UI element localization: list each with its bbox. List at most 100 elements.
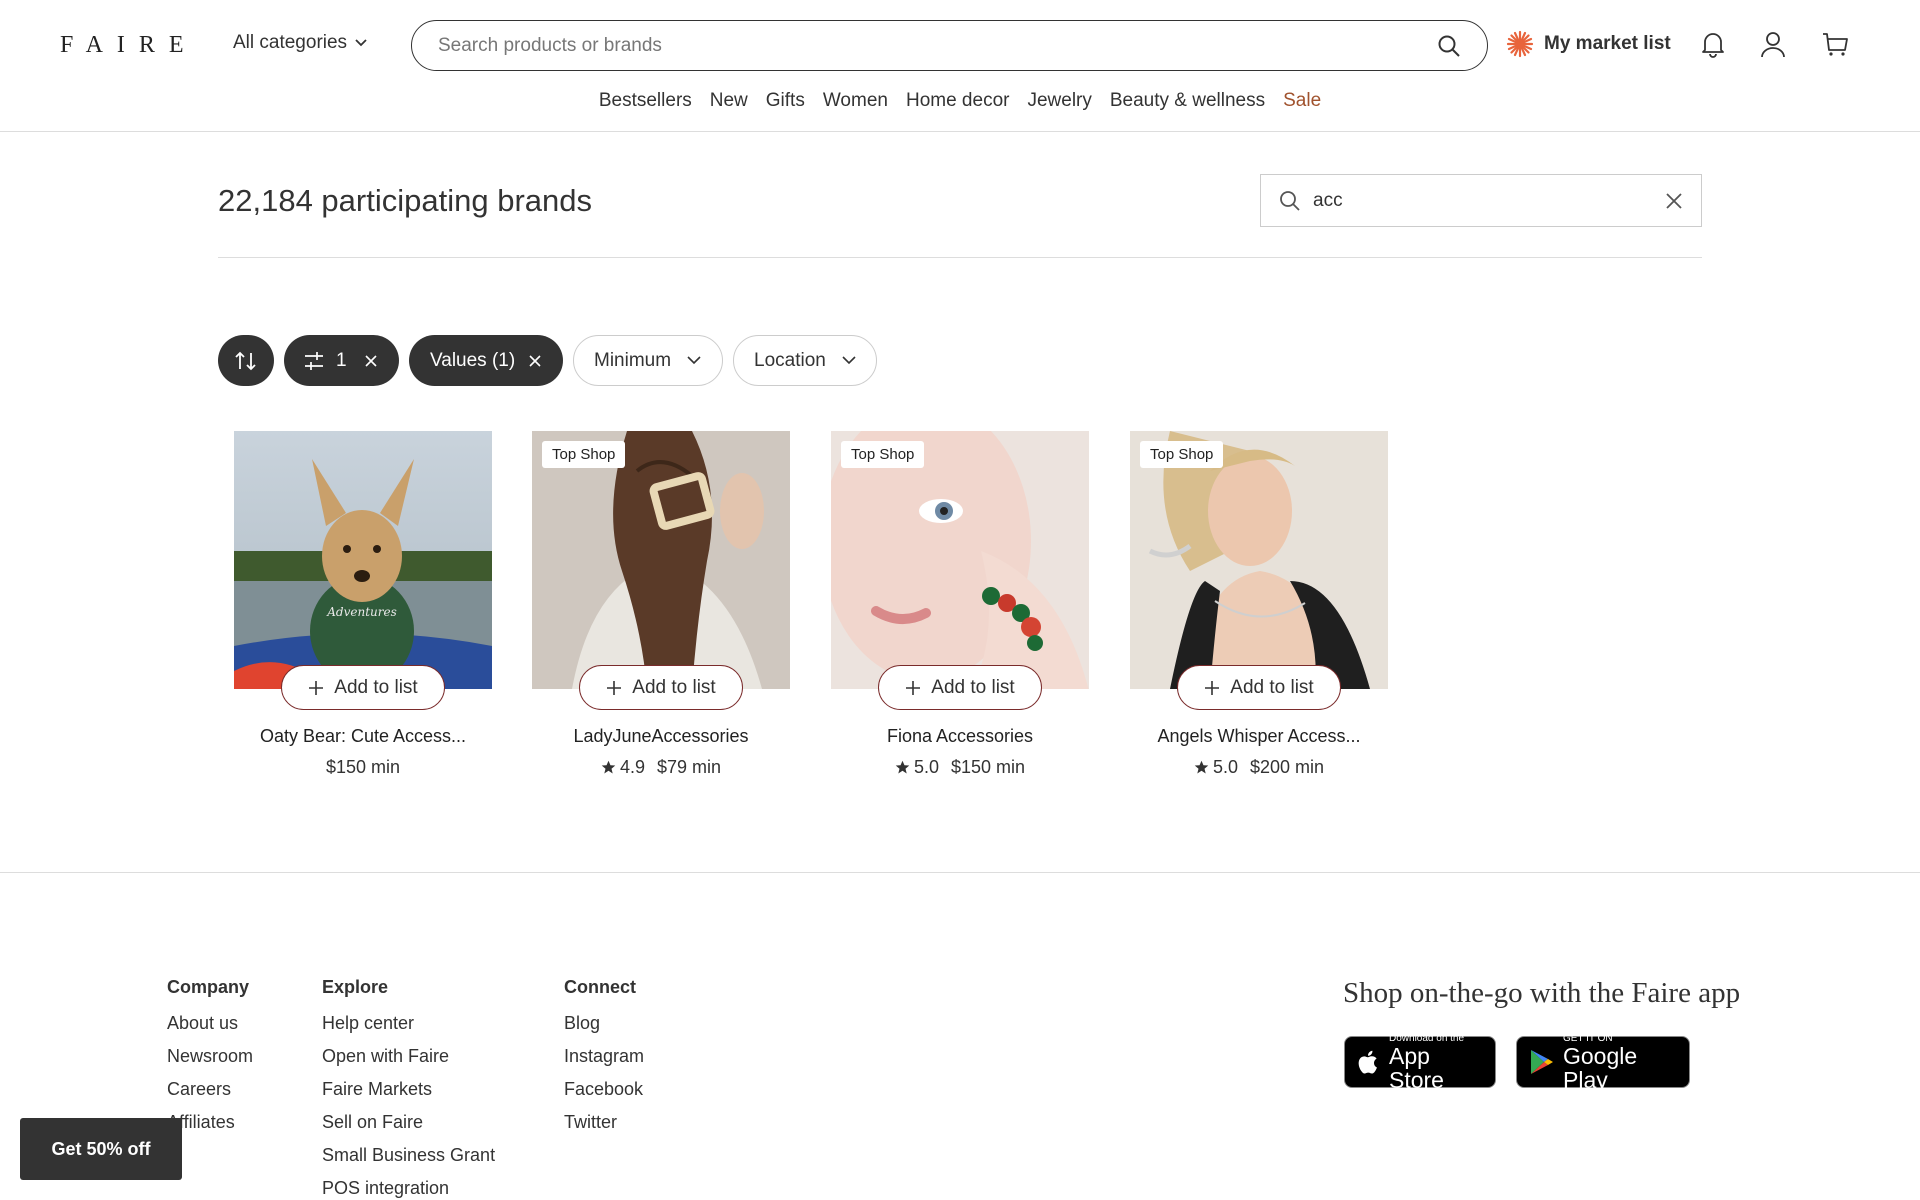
google-play-small-text: GET IT ON — [1563, 1032, 1613, 1044]
add-to-list-button[interactable]: Add to list — [1177, 665, 1341, 710]
star-icon — [601, 760, 616, 775]
plus-icon — [308, 680, 324, 696]
add-to-list-label: Add to list — [632, 676, 716, 698]
footer-heading: Explore — [322, 977, 389, 997]
brand-image[interactable]: Top Shop — [831, 431, 1089, 689]
app-store-text: Download on the App Store — [1389, 1033, 1483, 1092]
sort-button[interactable] — [218, 335, 274, 386]
sunburst-icon — [1506, 30, 1534, 58]
brand-search-input[interactable] — [1313, 189, 1653, 212]
nav-home-decor[interactable]: Home decor — [897, 90, 1019, 112]
minimum-order: $79 min — [656, 757, 722, 777]
footer-link-instagram[interactable]: Instagram — [564, 1040, 644, 1073]
footer-link-open-with-faire[interactable]: Open with Faire — [322, 1040, 495, 1073]
footer-link-twitter[interactable]: Twitter — [564, 1106, 644, 1139]
chevron-down-icon — [842, 356, 856, 365]
brand-meta: 4.9 $79 min — [532, 757, 790, 778]
brand-image[interactable]: Adventures — [234, 431, 492, 689]
clear-icon[interactable] — [1665, 192, 1683, 210]
add-to-list-label: Add to list — [334, 676, 418, 698]
brand-name[interactable]: Angels Whisper Access... — [1130, 726, 1388, 747]
google-play-icon — [1529, 1048, 1555, 1076]
product-search-input[interactable] — [438, 34, 1437, 57]
brand-card[interactable]: Adventures Add to list Oaty Bear: Cute A… — [234, 431, 492, 777]
google-play-button[interactable]: GET IT ON Google Play — [1516, 1033, 1690, 1092]
values-chip-label: Values (1) — [430, 349, 516, 371]
plus-icon — [905, 680, 921, 696]
nav-gifts[interactable]: Gifts — [757, 90, 814, 112]
values-chip[interactable]: Values (1) — [409, 335, 563, 386]
brand-image[interactable]: Top Shop — [532, 431, 790, 689]
brand-search-field[interactable] — [1260, 174, 1702, 227]
brand-card[interactable]: Top Shop Add to list Angels Whisper Acce… — [1130, 431, 1388, 777]
brand-name[interactable]: Oaty Bear: Cute Access... — [234, 726, 492, 747]
cart-icon[interactable] — [1821, 30, 1849, 58]
filter-sliders-icon — [304, 351, 324, 371]
footer-link-pos-integration[interactable]: POS integration — [322, 1172, 495, 1200]
brand-card[interactable]: Top Shop Add to list Fiona Accessories 5… — [831, 431, 1089, 777]
nav-bestsellers[interactable]: Bestsellers — [590, 90, 701, 112]
close-icon[interactable] — [529, 354, 541, 367]
footer-link-careers[interactable]: Careers — [167, 1073, 253, 1106]
footer-link-newsroom[interactable]: Newsroom — [167, 1040, 253, 1073]
brand-image[interactable]: Top Shop — [1130, 431, 1388, 689]
plus-icon — [1204, 680, 1220, 696]
app-promo-title: Shop on-the-go with the Faire app — [1343, 977, 1741, 1009]
bell-icon[interactable] — [1700, 30, 1726, 58]
nav-new[interactable]: New — [701, 90, 757, 112]
brand-meta: 5.0 $200 min — [1130, 757, 1388, 778]
footer-link-sell-on-faire[interactable]: Sell on Faire — [322, 1106, 495, 1139]
brand-name[interactable]: LadyJuneAccessories — [532, 726, 790, 747]
brand-name[interactable]: Fiona Accessories — [831, 726, 1089, 747]
search-icon — [1279, 190, 1301, 212]
close-icon[interactable] — [365, 354, 377, 367]
sort-arrows-icon — [234, 351, 258, 371]
all-categories-dropdown[interactable]: All categories — [233, 32, 367, 54]
categories-label: All categories — [233, 32, 348, 53]
nav-sale[interactable]: Sale — [1274, 90, 1330, 112]
nav-women[interactable]: Women — [814, 90, 897, 112]
footer-divider — [0, 872, 1920, 873]
add-to-list-button[interactable]: Add to list — [878, 665, 1042, 710]
top-header: FAIRE All categories My market list — [0, 0, 1920, 132]
add-to-list-button[interactable]: Add to list — [579, 665, 743, 710]
divider — [218, 257, 1702, 258]
footer-explore-column: Explore Help center Open with Faire Fair… — [322, 977, 495, 1200]
google-play-text: GET IT ON Google Play — [1563, 1033, 1677, 1092]
filter-chip[interactable]: 1 — [284, 335, 399, 386]
top-shop-badge: Top Shop — [542, 441, 626, 468]
brand-meta: 5.0 $150 min — [831, 757, 1089, 778]
footer-link-faire-markets[interactable]: Faire Markets — [322, 1073, 495, 1106]
footer-link-blog[interactable]: Blog — [564, 1007, 644, 1040]
apple-icon — [1357, 1048, 1381, 1076]
faire-logo[interactable]: FAIRE — [60, 32, 198, 59]
brand-card[interactable]: Top Shop Add to list LadyJuneAccessories… — [532, 431, 790, 777]
nav-jewelry[interactable]: Jewelry — [1018, 90, 1100, 112]
footer-link-small-business-grant[interactable]: Small Business Grant — [322, 1139, 495, 1172]
discount-promo-button[interactable]: Get 50% off — [20, 1118, 182, 1180]
product-search-bar[interactable] — [411, 20, 1488, 71]
footer-link-help-center[interactable]: Help center — [322, 1007, 495, 1040]
footer-company-column: Company About us Newsroom Careers Affili… — [167, 977, 253, 1139]
brand-rating: 5.0 — [1212, 757, 1238, 777]
minimum-dropdown[interactable]: Minimum — [573, 335, 723, 386]
search-icon[interactable] — [1437, 34, 1461, 58]
minimum-label: Minimum — [594, 349, 672, 371]
location-dropdown[interactable]: Location — [733, 335, 877, 386]
footer-link-facebook[interactable]: Facebook — [564, 1073, 644, 1106]
brand-rating: 4.9 — [619, 757, 645, 777]
market-list-label: My market list — [1544, 33, 1671, 54]
footer-heading: Connect — [564, 977, 636, 997]
chevron-down-icon — [355, 39, 367, 47]
brand-meta: $150 min — [234, 757, 492, 778]
minimum-order: $200 min — [1249, 757, 1325, 777]
minimum-order: $150 min — [325, 757, 401, 777]
footer-link-about-us[interactable]: About us — [167, 1007, 253, 1040]
account-icon[interactable] — [1759, 30, 1787, 58]
my-market-list-button[interactable]: My market list — [1506, 30, 1671, 58]
nav-beauty-wellness[interactable]: Beauty & wellness — [1101, 90, 1274, 112]
location-label: Location — [754, 349, 826, 371]
page-title: 22,184 participating brands — [218, 183, 592, 218]
app-store-button[interactable]: Download on the App Store — [1344, 1033, 1496, 1092]
add-to-list-button[interactable]: Add to list — [281, 665, 445, 710]
